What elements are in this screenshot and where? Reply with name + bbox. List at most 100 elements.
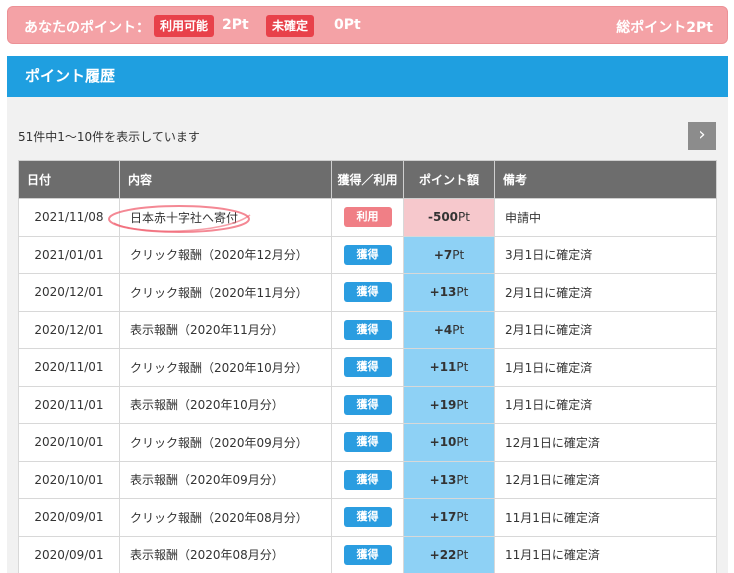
cell-content: 表示報酬（2020年09月分） bbox=[119, 460, 332, 499]
cell-content: クリック報酬（2020年10月分） bbox=[119, 348, 332, 387]
earn-tag: 獲得 bbox=[343, 469, 392, 490]
cell-type: 獲得 bbox=[331, 535, 404, 573]
table-header-row: 日付 内容 獲得／利用 ポイント額 備考 bbox=[18, 160, 717, 199]
header-type: 獲得／利用 bbox=[331, 160, 404, 199]
earn-tag: 獲得 bbox=[343, 319, 392, 340]
cell-date: 2021/01/01 bbox=[18, 235, 120, 274]
earn-tag: 獲得 bbox=[343, 282, 392, 303]
cell-content: クリック報酬（2020年09月分） bbox=[119, 423, 332, 462]
header-date: 日付 bbox=[18, 160, 120, 199]
table-row: 2020/11/01 表示報酬（2020年10月分） 獲得 +19Pt 1月1日に確定済 bbox=[18, 385, 717, 424]
cell-date: 2021/11/08 bbox=[18, 198, 120, 237]
pending-badge: 未確定 bbox=[266, 15, 315, 37]
next-page-button[interactable]: › bbox=[688, 122, 716, 150]
header-amount: ポイント額 bbox=[403, 160, 495, 199]
available-badge: 利用可能 bbox=[154, 15, 215, 37]
cell-date: 2020/12/01 bbox=[18, 273, 120, 312]
cell-note: 11月1日に確定済 bbox=[494, 498, 717, 537]
points-summary-bar: あなたのポイント： 利用可能 2Pt 未確定 0Pt 総ポイント2Pt bbox=[7, 6, 728, 44]
cell-type: 獲得 bbox=[331, 385, 404, 424]
cell-content: 日本赤十字社へ寄付 bbox=[119, 198, 332, 237]
earn-tag: 獲得 bbox=[343, 357, 392, 378]
amount-value: +13 bbox=[429, 472, 457, 487]
amount-value: +19 bbox=[429, 397, 457, 412]
cell-note: 12月1日に確定済 bbox=[494, 460, 717, 499]
cell-note: 12月1日に確定済 bbox=[494, 423, 717, 462]
table-row: 2020/10/01 クリック報酬（2020年09月分） 獲得 +10Pt 12月1日に… bbox=[18, 423, 717, 462]
cell-amount: +7Pt bbox=[403, 235, 495, 274]
amount-unit: Pt bbox=[456, 472, 469, 487]
amount-value: +22 bbox=[429, 547, 457, 562]
cell-date: 2020/11/01 bbox=[18, 348, 120, 387]
point-history-table: 日付 内容 獲得／利用 ポイント額 備考 2021/11/08 日本赤十字社へ寄付… bbox=[18, 160, 717, 573]
cell-date: 2020/09/01 bbox=[18, 535, 120, 573]
cell-amount: +10Pt bbox=[403, 423, 495, 462]
cell-date: 2020/12/01 bbox=[18, 310, 120, 349]
table-row: 2021/11/08 日本赤十字社へ寄付 利用 -500Pt 申請中 bbox=[18, 198, 717, 237]
cell-note: 3月1日に確定済 bbox=[494, 235, 717, 274]
amount-unit: Pt bbox=[452, 247, 465, 262]
table-row: 2020/09/01 表示報酬（2020年08月分） 獲得 +22Pt 11月1日に確定… bbox=[18, 535, 717, 573]
amount-unit: Pt bbox=[456, 397, 469, 412]
cell-type: 獲得 bbox=[331, 423, 404, 462]
total-points: 総ポイント2Pt bbox=[616, 20, 713, 36]
use-tag: 利用 bbox=[343, 207, 392, 228]
cell-amount: +19Pt bbox=[403, 385, 495, 424]
earn-tag: 獲得 bbox=[343, 507, 392, 528]
cell-content: 表示報酬（2020年10月分） bbox=[119, 385, 332, 424]
cell-note: 2月1日に確定済 bbox=[494, 310, 717, 349]
cell-amount: +13Pt bbox=[403, 460, 495, 499]
cell-content: クリック報酬（2020年11月分） bbox=[119, 273, 332, 312]
point-history-panel: ポイント履歴 51件中1～10件を表示しています › 日付 内容 獲得／利用 ポ… bbox=[7, 56, 728, 573]
cell-type: 獲得 bbox=[331, 310, 404, 349]
amount-unit: Pt bbox=[456, 435, 469, 450]
table-row: 2020/12/01 表示報酬（2020年11月分） 獲得 +4Pt 2月1日に確定済 bbox=[18, 310, 717, 349]
cell-type: 利用 bbox=[331, 198, 404, 237]
available-points-value: 2Pt bbox=[222, 17, 249, 33]
cell-amount: +13Pt bbox=[403, 273, 495, 312]
table-row: 2020/11/01 クリック報酬（2020年10月分） 獲得 +11Pt 1月1日に確… bbox=[18, 348, 717, 387]
amount-value: -500 bbox=[428, 210, 459, 225]
cell-note: 1月1日に確定済 bbox=[494, 348, 717, 387]
cell-note: 2月1日に確定済 bbox=[494, 273, 717, 312]
table-row: 2020/09/01 クリック報酬（2020年08月分） 獲得 +17Pt 11月1日に… bbox=[18, 498, 717, 537]
cell-amount: -500Pt bbox=[403, 198, 495, 237]
amount-value: +4 bbox=[433, 322, 453, 337]
amount-unit: Pt bbox=[456, 285, 469, 300]
cell-date: 2020/10/01 bbox=[18, 460, 120, 499]
table-row: 2021/01/01 クリック報酬（2020年12月分） 獲得 +7Pt 3月1日に確定… bbox=[18, 235, 717, 274]
header-content: 内容 bbox=[119, 160, 332, 199]
cell-type: 獲得 bbox=[331, 460, 404, 499]
cell-date: 2020/10/01 bbox=[18, 423, 120, 462]
chevron-right-icon: › bbox=[698, 124, 706, 145]
cell-date: 2020/11/01 bbox=[18, 385, 120, 424]
amount-value: +7 bbox=[433, 247, 453, 262]
panel-title: ポイント履歴 bbox=[7, 56, 728, 97]
pending-points-value: 0Pt bbox=[334, 17, 361, 33]
amount-unit: Pt bbox=[456, 360, 469, 375]
cell-content: 表示報酬（2020年08月分） bbox=[119, 535, 332, 573]
amount-value: +17 bbox=[429, 510, 457, 525]
result-count-text: 51件中1～10件を表示しています bbox=[18, 130, 200, 144]
table-row: 2020/12/01 クリック報酬（2020年11月分） 獲得 +13Pt 2月1日に確… bbox=[18, 273, 717, 312]
cell-type: 獲得 bbox=[331, 348, 404, 387]
cell-content: 表示報酬（2020年11月分） bbox=[119, 310, 332, 349]
cell-content: クリック報酬（2020年08月分） bbox=[119, 498, 332, 537]
cell-type: 獲得 bbox=[331, 273, 404, 312]
cell-note: 1月1日に確定済 bbox=[494, 385, 717, 424]
cell-amount: +4Pt bbox=[403, 310, 495, 349]
amount-unit: Pt bbox=[452, 322, 465, 337]
cell-amount: +22Pt bbox=[403, 535, 495, 573]
amount-value: +11 bbox=[429, 360, 457, 375]
cell-type: 獲得 bbox=[331, 498, 404, 537]
cell-note: 申請中 bbox=[494, 198, 717, 237]
earn-tag: 獲得 bbox=[343, 432, 392, 453]
amount-value: +10 bbox=[429, 435, 457, 450]
cell-type: 獲得 bbox=[331, 235, 404, 274]
table-row: 2020/10/01 表示報酬（2020年09月分） 獲得 +13Pt 12月1日に確定… bbox=[18, 460, 717, 499]
earn-tag: 獲得 bbox=[343, 244, 392, 265]
cell-content: クリック報酬（2020年12月分） bbox=[119, 235, 332, 274]
amount-unit: Pt bbox=[456, 547, 469, 562]
amount-value: +13 bbox=[429, 285, 457, 300]
cell-amount: +11Pt bbox=[403, 348, 495, 387]
